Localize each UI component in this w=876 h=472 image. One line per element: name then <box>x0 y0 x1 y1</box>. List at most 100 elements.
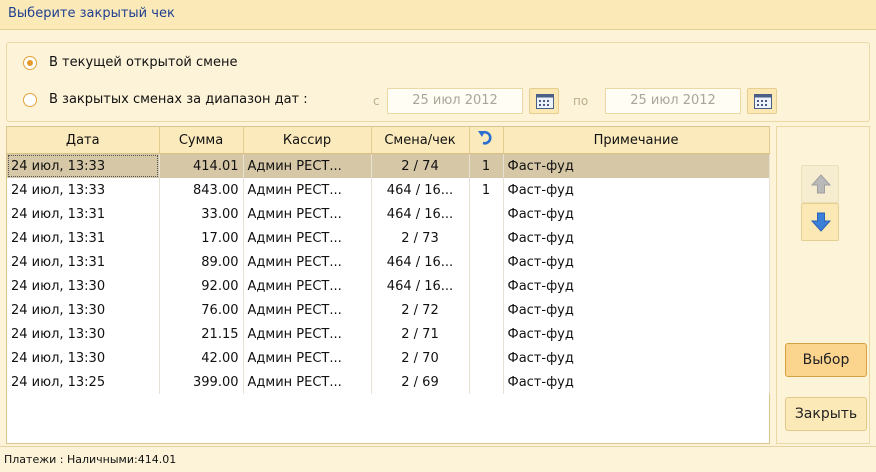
side-panel: Выбор Закрыть <box>776 126 870 444</box>
table-row[interactable]: 24 июл, 13:30 76.00 Админ РЕСТ... 2 / 72 Фас… <box>7 298 770 322</box>
cell-return-count <box>469 298 504 322</box>
cell-shift-check: 2 / 74 <box>371 153 470 178</box>
cell-return-count <box>469 250 504 274</box>
scroll-down-button[interactable] <box>801 203 839 241</box>
cell-date: 24 июл, 13:33 <box>7 153 160 178</box>
cell-sum: 33.00 <box>159 202 244 226</box>
cell-shift-check: 2 / 71 <box>371 322 470 346</box>
select-button[interactable]: Выбор <box>785 343 867 377</box>
cell-sum: 76.00 <box>159 298 244 322</box>
cell-date: 24 июл, 13:31 <box>7 250 160 274</box>
title-bar: Выберите закрытый чек <box>0 0 876 30</box>
calendar-icon <box>536 94 554 109</box>
cell-note: Фаст-фуд <box>503 346 770 370</box>
cell-cashier: Админ РЕСТ... <box>243 178 372 202</box>
from-date-field[interactable]: 25 июл 2012 <box>387 88 523 114</box>
cell-date: 24 июл, 13:30 <box>7 322 160 346</box>
cell-sum: 92.00 <box>159 274 244 298</box>
calendar-icon <box>754 94 772 109</box>
cell-sum: 399.00 <box>159 370 244 394</box>
table-row[interactable]: 24 июл, 13:30 92.00 Админ РЕСТ... 464 / 16.… <box>7 274 770 298</box>
cell-shift-check: 464 / 16... <box>371 202 470 226</box>
col-header-date[interactable]: Дата <box>7 127 160 154</box>
arrow-down-icon <box>811 212 831 232</box>
cell-cashier: Админ РЕСТ... <box>243 346 372 370</box>
cell-date: 24 июл, 13:31 <box>7 226 160 250</box>
table-row[interactable]: 24 июл, 13:33 843.00 Админ РЕСТ... 464 / 16… <box>7 178 770 202</box>
col-header-sum[interactable]: Сумма <box>159 127 244 154</box>
cell-note: Фаст-фуд <box>503 274 770 298</box>
cell-cashier: Админ РЕСТ... <box>243 322 372 346</box>
table-row[interactable]: 24 июл, 13:25 399.00 Админ РЕСТ... 2 / 69 Фа… <box>7 370 770 394</box>
status-bar: Платежи : Наличными:414.01 <box>0 446 876 472</box>
cell-return-count <box>469 322 504 346</box>
table-row[interactable]: 24 июл, 13:31 33.00 Админ РЕСТ... 464 / 16.… <box>7 202 770 226</box>
radio-closed-shifts[interactable] <box>23 93 37 107</box>
window-title: Выберите закрытый чек <box>8 6 175 21</box>
payments-summary: Платежи : Наличными:414.01 <box>4 453 177 466</box>
cell-shift-check: 2 / 73 <box>371 226 470 250</box>
cell-cashier: Админ РЕСТ... <box>243 226 372 250</box>
arrow-up-icon <box>811 174 831 194</box>
from-label: с <box>373 94 380 108</box>
filter-panel: В текущей открытой смене В закрытых смен… <box>6 42 870 122</box>
cell-note: Фаст-фуд <box>503 298 770 322</box>
cell-shift-check: 2 / 70 <box>371 346 470 370</box>
cell-date: 24 июл, 13:33 <box>7 178 160 202</box>
col-header-return[interactable] <box>469 127 504 154</box>
cell-sum: 89.00 <box>159 250 244 274</box>
cell-note: Фаст-фуд <box>503 370 770 394</box>
cell-note: Фаст-фуд <box>503 226 770 250</box>
table-header-row: Дата Сумма Кассир Смена/чек Примечание <box>7 127 770 154</box>
scroll-up-button[interactable] <box>801 165 839 203</box>
cell-return-count <box>469 226 504 250</box>
undo-arrow-icon <box>478 131 492 145</box>
cell-date: 24 июл, 13:30 <box>7 274 160 298</box>
cell-return-count <box>469 202 504 226</box>
col-header-note[interactable]: Примечание <box>503 127 770 154</box>
table-row[interactable]: 24 июл, 13:31 89.00 Админ РЕСТ... 464 / 16.… <box>7 250 770 274</box>
table-row[interactable]: 24 июл, 13:30 42.00 Админ РЕСТ... 2 / 70 Фас… <box>7 346 770 370</box>
cell-return-count: 1 <box>469 153 504 178</box>
cell-shift-check: 464 / 16... <box>371 274 470 298</box>
cell-sum: 21.15 <box>159 322 244 346</box>
cell-cashier: Админ РЕСТ... <box>243 153 372 178</box>
cell-cashier: Админ РЕСТ... <box>243 298 372 322</box>
col-header-shift-check[interactable]: Смена/чек <box>371 127 470 154</box>
cell-note: Фаст-фуд <box>503 250 770 274</box>
cell-cashier: Админ РЕСТ... <box>243 250 372 274</box>
cell-return-count: 1 <box>469 178 504 202</box>
cell-cashier: Админ РЕСТ... <box>243 202 372 226</box>
cell-date: 24 июл, 13:31 <box>7 202 160 226</box>
cell-note: Фаст-фуд <box>503 153 770 178</box>
cell-note: Фаст-фуд <box>503 322 770 346</box>
table-row[interactable]: 24 июл, 13:33 414.01 Админ РЕСТ... 2 / 74 1 Ф… <box>7 153 770 178</box>
cell-note: Фаст-фуд <box>503 178 770 202</box>
cell-sum: 17.00 <box>159 226 244 250</box>
cell-sum: 42.00 <box>159 346 244 370</box>
table-row[interactable]: 24 июл, 13:30 21.15 Админ РЕСТ... 2 / 71 Фас… <box>7 322 770 346</box>
cell-cashier: Админ РЕСТ... <box>243 274 372 298</box>
radio-current-shift-label[interactable]: В текущей открытой смене <box>49 55 237 70</box>
cell-shift-check: 2 / 72 <box>371 298 470 322</box>
to-date-field[interactable]: 25 июл 2012 <box>605 88 741 114</box>
col-header-cashier[interactable]: Кассир <box>243 127 372 154</box>
from-calendar-button[interactable] <box>529 88 559 114</box>
cell-date: 24 июл, 13:30 <box>7 346 160 370</box>
cell-date: 24 июл, 13:25 <box>7 370 160 394</box>
cell-return-count <box>469 274 504 298</box>
to-label: по <box>573 94 589 108</box>
cell-sum: 414.01 <box>159 153 244 178</box>
receipts-table[interactable]: Дата Сумма Кассир Смена/чек Примечание 2… <box>6 126 770 444</box>
cell-cashier: Админ РЕСТ... <box>243 370 372 394</box>
radio-closed-shifts-label[interactable]: В закрытых сменах за диапазон дат : <box>49 92 308 107</box>
close-button[interactable]: Закрыть <box>785 397 867 431</box>
cell-return-count <box>469 370 504 394</box>
cell-date: 24 июл, 13:30 <box>7 298 160 322</box>
table-row[interactable]: 24 июл, 13:31 17.00 Админ РЕСТ... 2 / 73 Фас… <box>7 226 770 250</box>
cell-shift-check: 2 / 69 <box>371 370 470 394</box>
radio-current-shift[interactable] <box>23 56 37 70</box>
cell-shift-check: 464 / 16... <box>371 178 470 202</box>
to-calendar-button[interactable] <box>747 88 777 114</box>
cell-note: Фаст-фуд <box>503 202 770 226</box>
